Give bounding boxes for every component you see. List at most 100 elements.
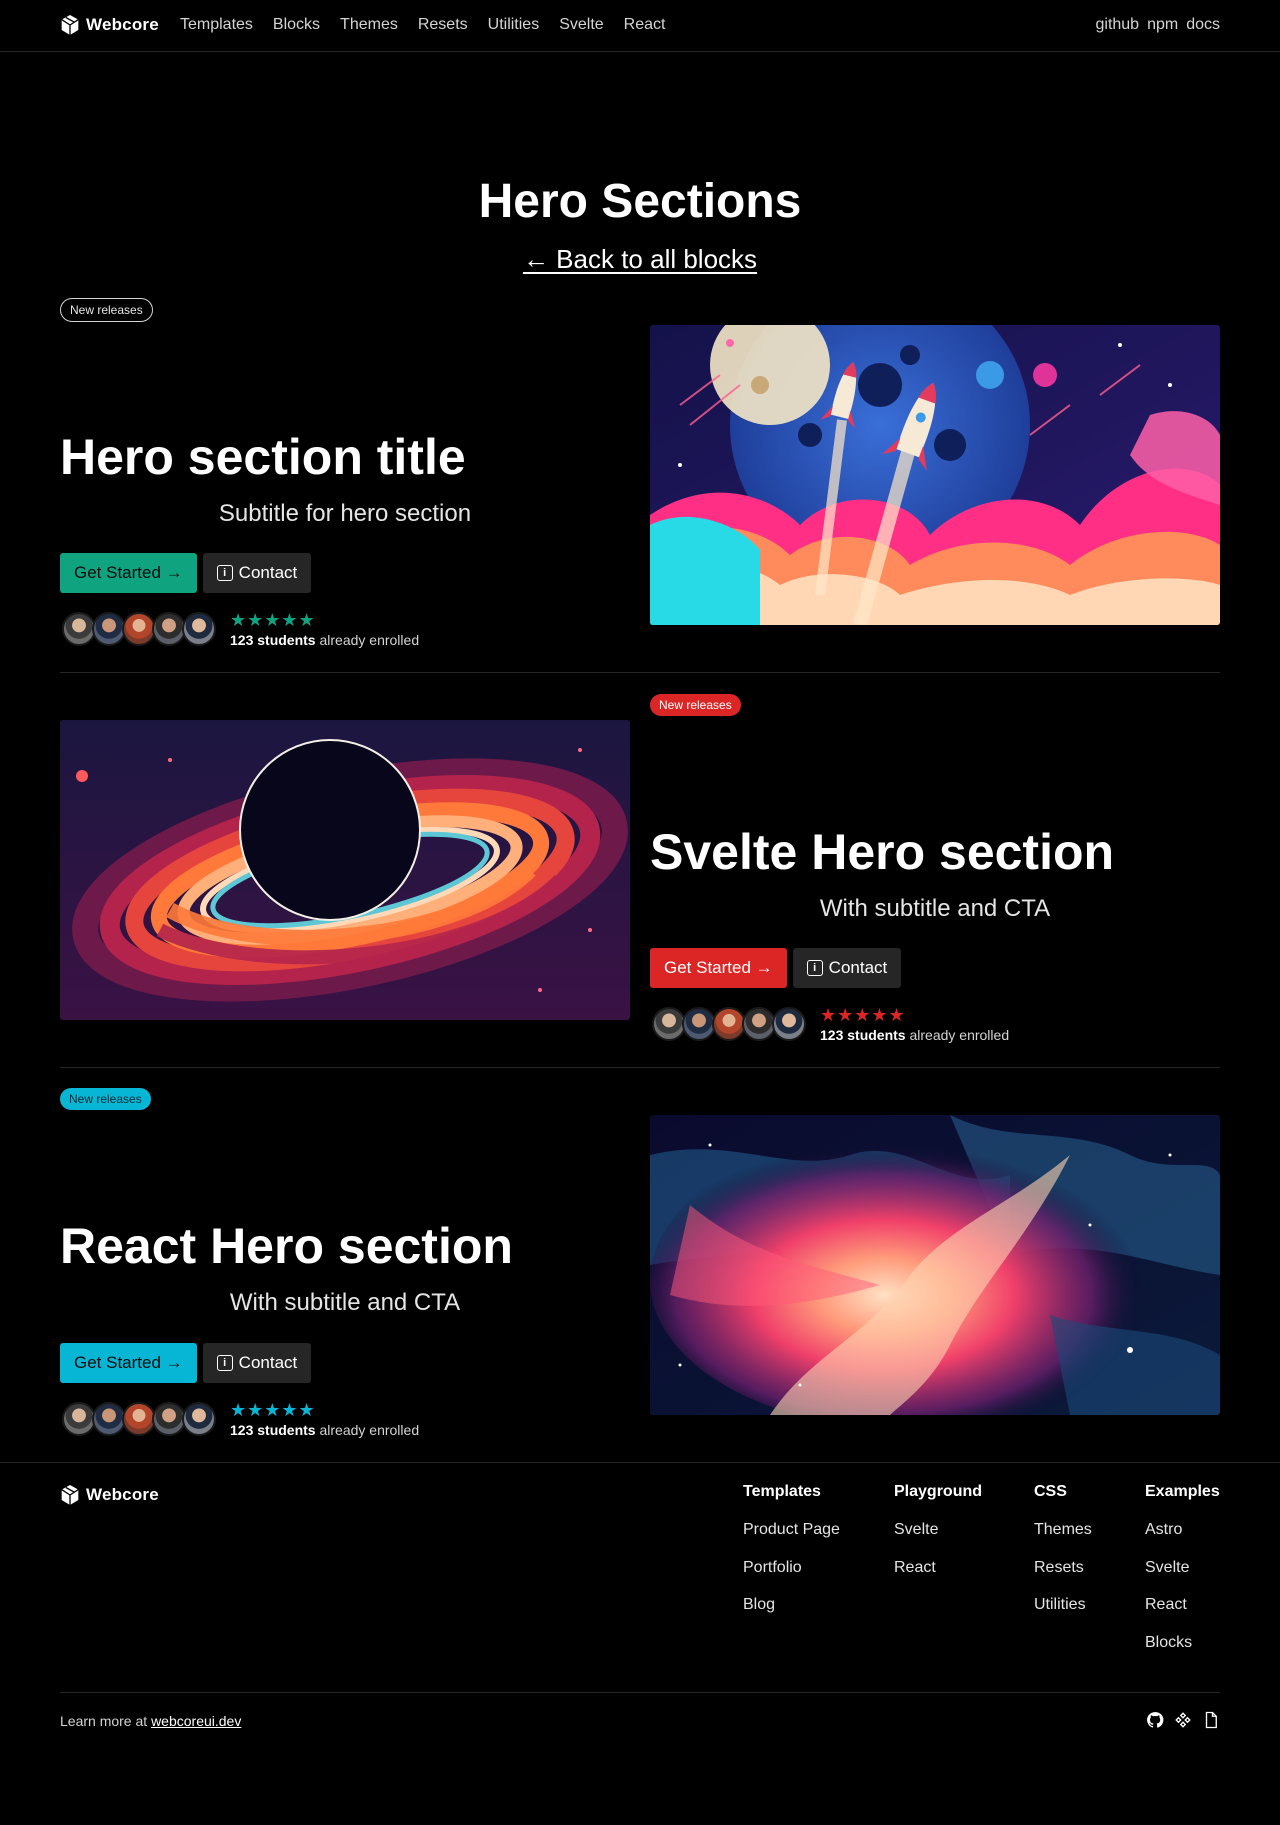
footer-link-themes[interactable]: Themes [1034, 1521, 1092, 1559]
avatar [712, 1007, 746, 1041]
hero-subtitle: With subtitle and CTA [819, 895, 1051, 922]
rocket-illustration [650, 325, 1220, 625]
avatar [152, 612, 186, 646]
back-link-wrap: ← Back to all blocks [0, 244, 1280, 275]
top-nav: Webcore Templates Blocks Themes Resets U… [0, 0, 1280, 52]
contact-button-label: Contact [828, 958, 888, 977]
hero-cta-row: Get Started → i Contact [650, 948, 902, 988]
avatar [182, 612, 216, 646]
brand-logo[interactable]: Webcore [60, 14, 159, 36]
avatar-group [62, 1402, 216, 1436]
contact-button[interactable]: i Contact [792, 948, 902, 988]
new-releases-badge: New releases [60, 1088, 151, 1110]
nav-link-react[interactable]: React [624, 16, 666, 34]
rating-stars: ★★★★★ [230, 610, 316, 630]
footer-brand-name: Webcore [86, 1485, 159, 1504]
enrolled-suffix: already enrolled [315, 632, 420, 648]
webcoreui-link[interactable]: webcoreui.dev [151, 1713, 241, 1729]
enrolled-suffix: already enrolled [315, 1422, 420, 1438]
enrolled-suffix: already enrolled [905, 1027, 1010, 1043]
get-started-button[interactable]: Get Started → [60, 553, 197, 593]
get-started-button[interactable]: Get Started → [650, 948, 787, 988]
nav-links: Templates Blocks Themes Resets Utilities… [180, 16, 665, 34]
footer-link-utilities[interactable]: Utilities [1034, 1596, 1092, 1634]
footer-link-svelte[interactable]: Svelte [894, 1521, 982, 1559]
footer-link-portfolio[interactable]: Portfolio [743, 1559, 840, 1597]
hero-subtitle: With subtitle and CTA [229, 1289, 461, 1316]
hero-title: React Hero section [60, 1218, 513, 1274]
file-icon[interactable] [1202, 1711, 1220, 1729]
hero-cta-row: Get Started → i Contact [60, 553, 312, 593]
info-icon: i [806, 960, 823, 976]
cube-logo-icon [61, 1485, 79, 1505]
footer-column-examples: Examples Astro Svelte React Blocks [1145, 1483, 1220, 1671]
footer-link-resets[interactable]: Resets [1034, 1559, 1092, 1597]
get-started-button[interactable]: Get Started → [60, 1343, 197, 1383]
footer-link-blog[interactable]: Blog [743, 1596, 840, 1634]
section-divider [60, 672, 1220, 673]
enrolled-text: 123 students already enrolled [820, 1027, 1009, 1043]
footer-heading: Examples [1145, 1483, 1220, 1500]
avatar [122, 1402, 156, 1436]
nav-link-themes[interactable]: Themes [340, 16, 398, 34]
footer-brand[interactable]: Webcore [60, 1484, 159, 1506]
nav-right-links: github npm docs [1095, 16, 1220, 34]
hero-subtitle: Subtitle for hero section [218, 500, 472, 527]
figma-icon[interactable] [1174, 1711, 1192, 1729]
students-count: 123 students [230, 632, 316, 648]
footer-link-product-page[interactable]: Product Page [743, 1521, 840, 1559]
social-proof: ★★★★★ 123 students already enrolled [62, 1400, 419, 1438]
social-links [1146, 1711, 1220, 1729]
footer-divider [0, 1462, 1280, 1463]
black-hole-illustration [60, 720, 630, 1020]
nav-link-utilities[interactable]: Utilities [488, 16, 540, 34]
footer-heading: Playground [894, 1483, 983, 1500]
nav-link-npm[interactable]: npm [1147, 16, 1178, 34]
hero-title: Hero section title [60, 429, 466, 485]
avatar [682, 1007, 716, 1041]
avatar [92, 1402, 126, 1436]
footer-link-svelte[interactable]: Svelte [1145, 1559, 1220, 1597]
footer-column-css: CSS Themes Resets Utilities [1034, 1483, 1092, 1634]
social-proof: ★★★★★ 123 students already enrolled [62, 610, 419, 648]
contact-button[interactable]: i Contact [202, 553, 312, 593]
github-icon[interactable] [1146, 1711, 1164, 1729]
avatar-group [62, 612, 216, 646]
students-count: 123 students [820, 1027, 906, 1043]
nav-link-github[interactable]: github [1095, 16, 1139, 34]
nav-link-blocks[interactable]: Blocks [273, 16, 320, 34]
learn-more-prefix: Learn more at [60, 1713, 152, 1729]
rating-stars: ★★★★★ [820, 1005, 906, 1025]
footer-link-astro[interactable]: Astro [1145, 1521, 1220, 1559]
footer-link-react[interactable]: React [1145, 1596, 1220, 1634]
nav-link-docs[interactable]: docs [1186, 16, 1220, 34]
footer-link-blocks[interactable]: Blocks [1145, 1634, 1220, 1672]
students-count: 123 students [230, 1422, 316, 1438]
contact-button[interactable]: i Contact [202, 1343, 312, 1383]
contact-button-label: Contact [238, 1353, 298, 1372]
learn-more-text: Learn more at webcoreui.dev [60, 1713, 241, 1729]
back-to-blocks-link[interactable]: ← Back to all blocks [523, 244, 757, 274]
avatar [742, 1007, 776, 1041]
avatar-group [652, 1007, 806, 1041]
avatar [772, 1007, 806, 1041]
cube-logo-icon [61, 15, 79, 35]
rating-stars: ★★★★★ [230, 1400, 316, 1420]
avatar [652, 1007, 686, 1041]
footer-link-react[interactable]: React [894, 1559, 982, 1597]
section-divider [60, 1067, 1220, 1068]
footer-heading: Templates [743, 1483, 821, 1500]
nav-link-svelte[interactable]: Svelte [559, 16, 603, 34]
enrolled-text: 123 students already enrolled [230, 1422, 419, 1438]
avatar [182, 1402, 216, 1436]
nav-link-templates[interactable]: Templates [180, 16, 253, 34]
info-icon: i [216, 565, 233, 581]
avatar [62, 1402, 96, 1436]
avatar [62, 612, 96, 646]
nav-link-resets[interactable]: Resets [418, 16, 468, 34]
new-releases-badge: New releases [650, 694, 741, 716]
social-proof: ★★★★★ 123 students already enrolled [652, 1005, 1009, 1043]
footer-heading: CSS [1034, 1483, 1067, 1500]
hero-cta-row: Get Started → i Contact [60, 1343, 312, 1383]
contact-button-label: Contact [238, 563, 298, 582]
